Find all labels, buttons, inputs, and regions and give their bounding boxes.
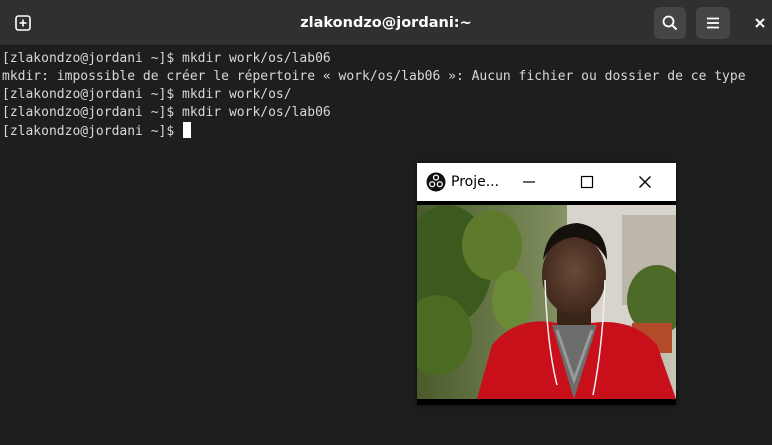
close-icon bbox=[639, 176, 651, 188]
terminal-prompt: [zlakondzo@jordani ~]$ bbox=[2, 124, 183, 139]
new-tab-icon bbox=[15, 15, 31, 31]
maximize-button[interactable] bbox=[573, 169, 601, 195]
projector-titlebar[interactable]: Proje... bbox=[417, 163, 676, 201]
window-close-button[interactable] bbox=[748, 12, 772, 34]
projector-window[interactable]: Proje... bbox=[417, 163, 676, 405]
terminal-line: [zlakondzo@jordani ~]$ mkdir work/os/lab… bbox=[2, 105, 331, 120]
terminal-line: mkdir: impossible de créer le répertoire… bbox=[2, 69, 746, 84]
webcam-video-feed bbox=[417, 205, 676, 399]
terminal-line: [zlakondzo@jordani ~]$ mkdir work/os/ bbox=[2, 87, 292, 102]
projector-close-button[interactable] bbox=[631, 169, 659, 195]
menu-button[interactable] bbox=[696, 7, 730, 39]
minimize-button[interactable] bbox=[515, 169, 543, 195]
minimize-icon bbox=[523, 181, 535, 183]
obs-logo-icon bbox=[426, 172, 446, 192]
terminal-line: [zlakondzo@jordani ~]$ mkdir work/os/lab… bbox=[2, 51, 331, 66]
header-bar: zlakondzo@jordani:~ bbox=[0, 0, 772, 46]
new-tab-button[interactable] bbox=[7, 7, 39, 39]
terminal-prompt-line: [zlakondzo@jordani ~]$ bbox=[2, 122, 192, 140]
maximize-icon bbox=[580, 175, 594, 189]
projector-title: Proje... bbox=[451, 174, 500, 190]
terminal-cursor bbox=[183, 122, 192, 138]
search-icon bbox=[662, 15, 678, 31]
hamburger-menu-icon bbox=[707, 17, 719, 29]
close-icon bbox=[755, 18, 765, 28]
search-button[interactable] bbox=[654, 7, 686, 39]
